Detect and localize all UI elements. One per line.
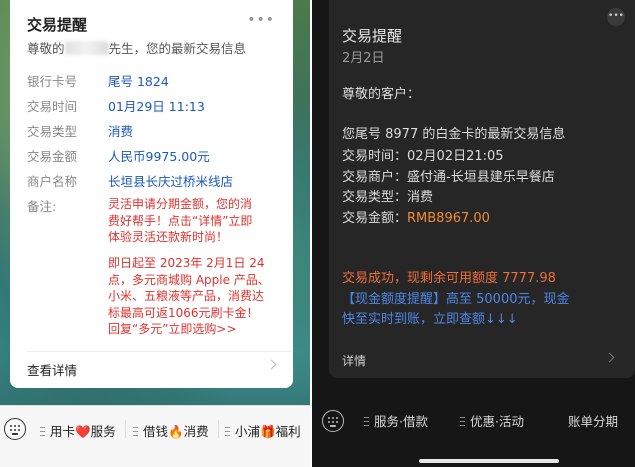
intro-line: 您尾号 8977 的白金卡的最新交易信息 <box>342 127 566 142</box>
note-line: 体验灵活还款新时尚！ <box>108 230 229 244</box>
menu-welfare[interactable]: 小浦🎁福利 <box>225 421 301 440</box>
note-line: 标最高可返1066元刷卡金！ <box>108 305 259 320</box>
menu-lines-icon <box>40 427 45 436</box>
menu-offers[interactable]: 优惠·活动 <box>460 411 524 430</box>
transaction-time: 交易时间：02月02日21:05 <box>342 149 504 164</box>
row-label: 交易金额 <box>27 149 78 164</box>
menu-lines-icon <box>460 417 465 426</box>
menu-label: 借钱🔥消费 <box>143 424 209 439</box>
row-label: 交易时间 <box>27 99 78 114</box>
card-title: 交易提醒 <box>27 16 88 34</box>
menu-label: 服务·借款 <box>374 414 428 429</box>
home-indicator[interactable] <box>419 459 559 463</box>
note-line: 回复“多元”立即选购>> <box>108 322 237 336</box>
divider <box>27 351 293 352</box>
note-line: 小米、五粮液等产品，消费达 <box>108 289 265 303</box>
menu-borrow[interactable]: 借钱🔥消费 <box>133 421 209 440</box>
transaction-alert-card: 交易提醒 ••• 尊敬的 先生，您的最新交易信息 银行卡号 尾号 1824 交易时间… <box>10 0 293 388</box>
chevron-right-icon[interactable] <box>266 359 277 370</box>
note-promo-2[interactable]: 即日起至 2023年 2月1日 24 点，多元商城购 Apple 产品、 小米、… <box>108 255 284 338</box>
row-label: 商户名称 <box>27 174 78 189</box>
greeting: 尊敬的 先生，您的最新交易信息 <box>27 38 246 57</box>
keyboard-icon[interactable] <box>322 410 344 432</box>
greeting: 尊敬的客户： <box>342 87 421 102</box>
row-transaction-time: 交易时间 01月29日 11:13 <box>27 96 205 115</box>
bottom-menu-bar: 服务·借款 优惠·活动 账单分期 <box>312 400 635 445</box>
menu-service-loan[interactable]: 服务·借款 <box>364 411 428 430</box>
note-line: 点，多元商城购 Apple 产品、 <box>108 272 270 287</box>
row-value: 消费 <box>108 124 134 139</box>
card-date: 2月2日 <box>342 51 385 66</box>
row-note-label: 备注: <box>27 196 108 215</box>
row-label: 银行卡号 <box>27 74 78 89</box>
greeting-suffix: 先生，您的最新交易信息 <box>108 41 247 56</box>
bottom-menu-bar: 用卡❤️服务 借钱🔥消费 小浦🎁福利 <box>0 405 310 452</box>
note-promo-1[interactable]: 灵活申请分期金额，您的消 费好帮手！点击“详情”立即 体验灵活还款新时尚！ <box>108 196 284 246</box>
ellipsis-icon[interactable]: ••• <box>607 8 625 26</box>
card-title: 交易提醒 <box>342 27 403 45</box>
view-details-link[interactable]: 查看详情 <box>27 360 77 379</box>
details-link[interactable]: 详情 <box>342 352 366 369</box>
menu-lines-icon <box>225 427 230 436</box>
row-value: 人民币9975.00元 <box>108 149 210 164</box>
amount-label: 交易金额： <box>342 211 408 226</box>
keyboard-icon[interactable] <box>4 418 26 440</box>
row-label: 交易类型 <box>27 124 78 139</box>
transaction-amount: 交易金额：RMB8967.00 <box>342 207 490 226</box>
menu-label: 优惠·活动 <box>470 414 524 429</box>
note-line: 费好帮手！点击“详情”立即 <box>108 213 253 228</box>
transaction-merchant: 交易商户：盛付通-长垣县建乐早餐店 <box>342 170 555 185</box>
row-value[interactable]: 长垣县长庆过桥米线店 <box>108 174 233 189</box>
row-merchant: 商户名称 长垣县长庆过桥米线店 <box>27 171 233 190</box>
greeting-prefix: 尊敬的 <box>27 41 65 56</box>
menu-label: 小浦🎁福利 <box>235 424 301 439</box>
row-value: 01月29日 11:13 <box>108 99 205 114</box>
divider <box>125 420 126 438</box>
note-line: 灵活申请分期金额，您的消 <box>108 197 253 211</box>
left-screenshot: 交易提醒 ••• 尊敬的 先生，您的最新交易信息 银行卡号 尾号 1824 交易时间… <box>0 0 310 467</box>
menu-bill-installment[interactable]: 账单分期 <box>568 411 618 430</box>
row-card-number: 银行卡号 尾号 1824 <box>27 71 169 90</box>
redacted-name <box>64 41 109 55</box>
ellipsis-icon[interactable]: ••• <box>247 12 275 28</box>
menu-lines-icon <box>364 417 369 426</box>
row-transaction-amount: 交易金额 人民币9975.00元 <box>27 146 210 165</box>
promo-line-2[interactable]: 快至实时到账，立即查额↓↓↓ <box>342 308 518 327</box>
row-label: 备注: <box>27 199 57 214</box>
promo-line-1[interactable]: 【现金额度提醒】高至 50000元，现金 <box>342 288 570 307</box>
transaction-alert-card-dark: ••• 交易提醒 2月2日 尊敬的客户： 您尾号 8977 的白金卡的最新交易信… <box>329 0 635 378</box>
row-value: 尾号 1824 <box>108 74 169 89</box>
menu-card-service[interactable]: 用卡❤️服务 <box>40 421 116 440</box>
amount-value: RMB8967.00 <box>407 211 490 226</box>
chevron-right-icon[interactable] <box>604 352 615 363</box>
right-screenshot: ••• 交易提醒 2月2日 尊敬的客户： 您尾号 8977 的白金卡的最新交易信… <box>312 0 635 467</box>
bottom-strip <box>0 452 310 467</box>
row-transaction-type: 交易类型 消费 <box>27 121 133 140</box>
menu-label: 用卡❤️服务 <box>50 424 116 439</box>
menu-label: 账单分期 <box>568 414 619 429</box>
menu-lines-icon <box>133 427 138 436</box>
note-line: 即日起至 2023年 2月1日 24 <box>108 256 265 270</box>
transaction-type: 交易类型：消费 <box>342 190 434 205</box>
divider <box>218 420 219 438</box>
success-message: 交易成功，现剩余可用额度 7777.98 <box>342 271 556 286</box>
